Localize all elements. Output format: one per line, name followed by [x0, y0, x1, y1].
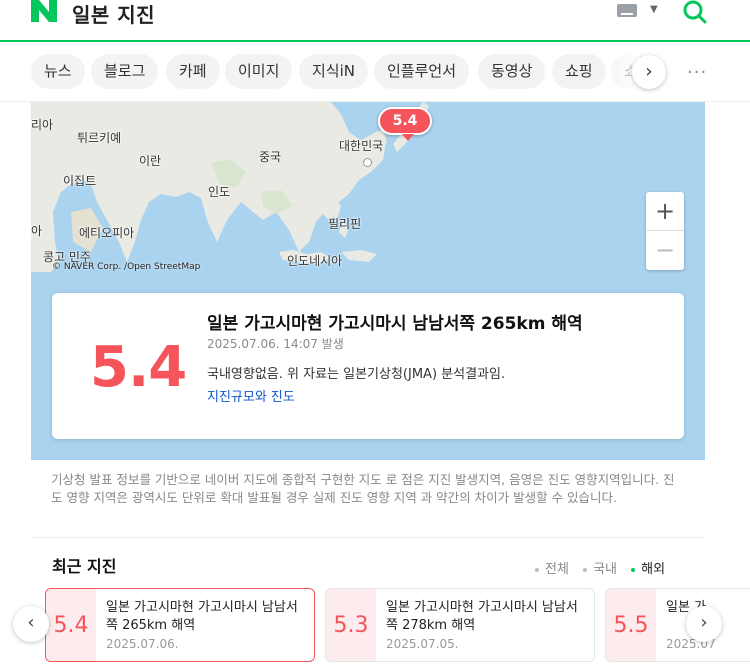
search-tabs: 뉴스 블로그 카페 이미지 지식iN 인플루언서 동영상 쇼핑 쇼 › ··· [0, 44, 750, 102]
recent-magnitude: 5.3 [326, 589, 376, 661]
naver-logo[interactable] [31, 0, 57, 22]
filter-dot [583, 567, 588, 572]
recent-magnitude: 5.5 [606, 589, 656, 661]
map-label-left-top: 리아 [31, 118, 54, 132]
search-icon[interactable] [682, 0, 708, 24]
tab-blog[interactable]: 블로그 [91, 54, 159, 89]
map-label-philippines: 필리핀 [328, 217, 362, 231]
filter-domestic[interactable]: 국내 [583, 562, 617, 577]
filter-all-label: 전체 [545, 562, 569, 577]
epicenter-dot[interactable] [363, 158, 372, 167]
tab-image[interactable]: 이미지 [225, 54, 293, 89]
tab-shopping[interactable]: 쇼핑 [552, 54, 606, 89]
filter-overseas[interactable]: 해외 [631, 562, 665, 577]
quake-title: 일본 가고시마현 가고시마시 남남서쪽 265km 해역 [207, 314, 583, 334]
map-label-ethiopia: 에티오피아 [79, 226, 135, 240]
quake-magnitude: 5.4 [90, 335, 187, 400]
zoom-control: + − [646, 192, 684, 270]
filter-overseas-label: 해외 [641, 562, 666, 577]
keyboard-icon[interactable] [617, 4, 637, 17]
filter-dot [631, 567, 636, 572]
map-description: 기상청 발표 정보를 기반으로 네이버 지도에 종합적 구현한 지도 로 점은 … [31, 460, 705, 538]
carousel-prev-button[interactable]: ‹ [13, 606, 49, 642]
zoom-out-button[interactable]: − [646, 231, 684, 270]
recent-quake-card[interactable]: 5.3 일본 가고시마현 가고시마시 남남서쪽 278km 해역 2025.07… [325, 588, 595, 662]
recent-magnitude: 5.4 [46, 589, 96, 661]
filter-domestic-label: 국내 [593, 562, 617, 577]
recent-heading: 최근 지진 [52, 557, 117, 576]
map-label-indonesia: 인도네시아 [287, 254, 343, 268]
tab-influencer[interactable]: 인플루언서 [374, 54, 470, 89]
recent-filters: 전체 국내 해외 [535, 558, 675, 577]
recent-quake-card[interactable]: 5.4 일본 가고시마현 가고시마시 남남서쪽 265km 해역 2025.07… [45, 588, 315, 662]
map-label-china: 중국 [259, 150, 282, 164]
quake-note: 국내영향없음. 위 자료는 일본기상청(JMA) 분석결과임. [207, 367, 506, 382]
quake-marker[interactable]: 5.4 [378, 107, 432, 141]
magnitude-info-link[interactable]: 지진규모와 진도 [207, 386, 295, 405]
filter-all[interactable]: 전체 [535, 562, 569, 577]
quake-date: 2025.07.06. 14:07 발생 [207, 337, 344, 351]
map-label-korea: 대한민국 [339, 139, 384, 153]
zoom-in-button[interactable]: + [646, 192, 684, 231]
map-label-turkey: 튀르키예 [77, 131, 122, 145]
map-label-india: 인도 [208, 185, 231, 199]
tab-kin[interactable]: 지식iN [299, 54, 368, 89]
map-label-iran: 이란 [139, 154, 162, 168]
chevron-down-icon[interactable]: ▼ [650, 4, 658, 15]
quake-info-card: 5.4 일본 가고시마현 가고시마시 남남서쪽 265km 해역 2025.07… [52, 293, 684, 439]
map-label-egypt: 이집트 [63, 174, 97, 188]
recent-title: 일본 가고시마현 가고시마시 남남서쪽 265km 해역 [106, 600, 298, 633]
filter-dot [535, 567, 539, 572]
map-label-left-mid: 아 [31, 224, 43, 238]
search-query[interactable]: 일본 지진 [72, 0, 155, 28]
tabs-next-button[interactable]: › [632, 55, 666, 89]
tab-news[interactable]: 뉴스 [31, 54, 85, 89]
carousel-next-button[interactable]: › [686, 606, 722, 642]
recent-quake-card[interactable]: 5.5 일본 가 2025.07 [605, 588, 750, 662]
tab-video[interactable]: 동영상 [478, 54, 546, 89]
search-header: 일본 지진 ▼ [0, 0, 750, 42]
tab-cafe[interactable]: 카페 [166, 54, 220, 89]
recent-date: 2025.07.05. [386, 637, 459, 651]
recent-date: 2025.07.06. [106, 637, 179, 651]
map-credit: © NAVER Corp. /Open StreetMap [52, 262, 201, 272]
more-tabs-button[interactable]: ··· [687, 62, 707, 83]
recent-title: 일본 가고시마현 가고시마시 남남서쪽 278km 해역 [386, 600, 578, 633]
